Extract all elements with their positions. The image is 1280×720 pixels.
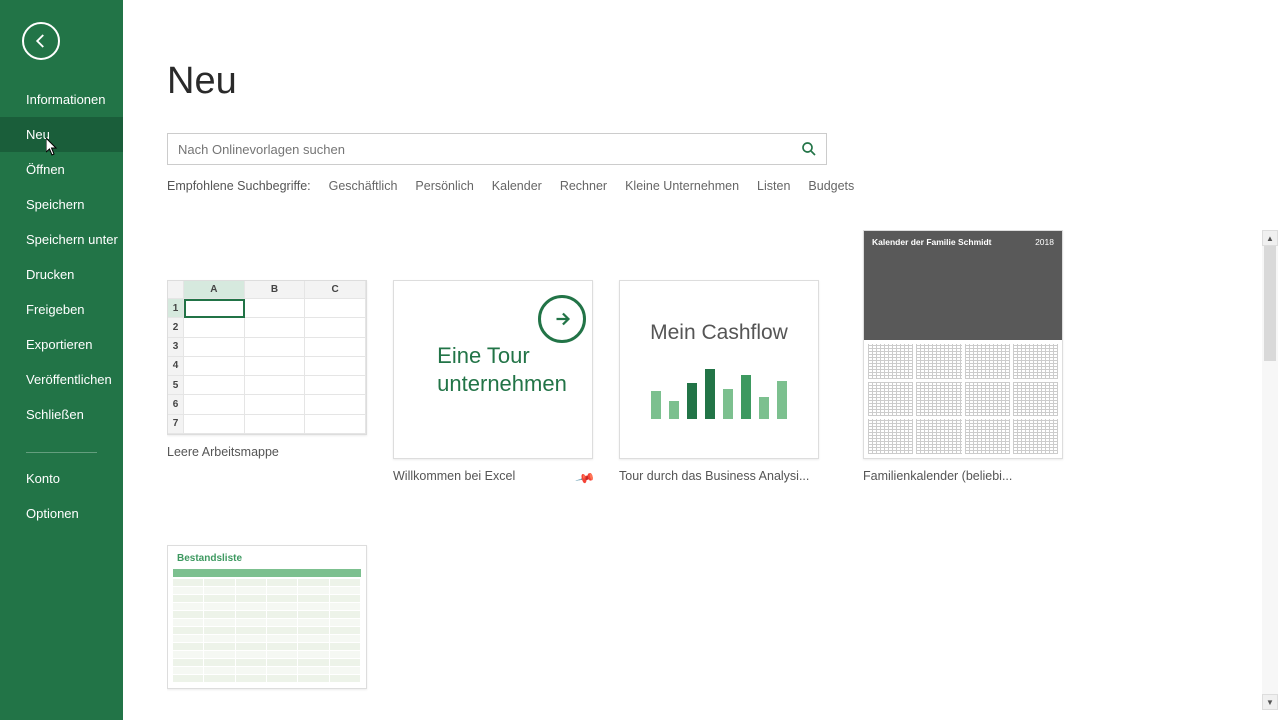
bar-chart-icon — [651, 359, 787, 419]
nav-freigeben[interactable]: Freigeben — [0, 292, 123, 327]
main-content: Neu Empfohlene Suchbegriffe: Geschäftlic… — [123, 0, 1280, 720]
arrow-circle-icon — [538, 295, 586, 343]
tour-text: Eine Tourunternehmen — [419, 342, 567, 397]
template-cashflow-tour[interactable]: Mein Cashflow Tour durch das Business An… — [619, 280, 819, 459]
nav-exportieren[interactable]: Exportieren — [0, 327, 123, 362]
backstage-nav: Informationen Neu Öffnen Speichern Speic… — [0, 82, 123, 531]
template-family-calendar[interactable]: Kalender der Familie Schmidt 2018 Famili… — [863, 230, 1063, 459]
nav-veroeffentlichen[interactable]: Veröffentlichen — [0, 362, 123, 397]
scroll-track[interactable] — [1262, 246, 1278, 694]
template-welcome-tour[interactable]: Eine Tourunternehmen Willkommen bei Exce… — [393, 280, 593, 459]
template-label: Willkommen bei Excel — [393, 469, 579, 483]
cash-title: Mein Cashflow — [650, 321, 788, 345]
nav-speichern-unter[interactable]: Speichern unter — [0, 222, 123, 257]
scroll-up-button[interactable]: ▲ — [1262, 230, 1278, 246]
suggested-searches: Empfohlene Suchbegriffe: Geschäftlich Pe… — [167, 179, 1280, 193]
nav-divider — [26, 452, 97, 453]
nav-konto[interactable]: Konto — [0, 461, 123, 496]
template-thumb-blank: A B C 1 2 3 4 5 6 7 — [167, 280, 367, 435]
template-label: Familienkalender (beliebi... — [863, 469, 1063, 483]
backstage-sidebar: Informationen Neu Öffnen Speichern Speic… — [0, 0, 123, 720]
nav-optionen[interactable]: Optionen — [0, 496, 123, 531]
suggested-link-1[interactable]: Persönlich — [415, 179, 473, 193]
nav-neu[interactable]: Neu — [0, 117, 123, 152]
template-search-box[interactable] — [167, 133, 827, 165]
nav-schliessen[interactable]: Schließen — [0, 397, 123, 432]
suggested-link-5[interactable]: Listen — [757, 179, 790, 193]
template-thumb-cash: Mein Cashflow — [619, 280, 819, 459]
vertical-scrollbar[interactable]: ▲ ▼ — [1262, 230, 1278, 710]
template-label: Leere Arbeitsmappe — [167, 445, 367, 459]
template-blank-workbook[interactable]: A B C 1 2 3 4 5 6 7 Leere Arbeitsmappe — [167, 280, 367, 459]
template-thumb-inventory: Bestandsliste — [167, 545, 367, 689]
template-inventory-list[interactable]: Bestandsliste — [167, 545, 367, 689]
suggested-link-4[interactable]: Kleine Unternehmen — [625, 179, 739, 193]
scroll-thumb[interactable] — [1264, 246, 1276, 361]
suggested-link-3[interactable]: Rechner — [560, 179, 607, 193]
nav-drucken[interactable]: Drucken — [0, 257, 123, 292]
scroll-down-button[interactable]: ▼ — [1262, 694, 1278, 710]
page-title: Neu — [167, 60, 1280, 103]
template-thumb-calendar: Kalender der Familie Schmidt 2018 — [863, 230, 1063, 459]
search-icon[interactable] — [800, 140, 818, 158]
search-input[interactable] — [178, 142, 800, 157]
suggested-link-2[interactable]: Kalender — [492, 179, 542, 193]
nav-informationen[interactable]: Informationen — [0, 82, 123, 117]
nav-oeffnen[interactable]: Öffnen — [0, 152, 123, 187]
template-gallery: A B C 1 2 3 4 5 6 7 Leere Arbeitsmappe — [167, 230, 1258, 710]
back-button[interactable] — [22, 22, 60, 60]
suggested-link-0[interactable]: Geschäftlich — [329, 179, 398, 193]
back-arrow-icon — [32, 32, 50, 50]
suggested-link-6[interactable]: Budgets — [808, 179, 854, 193]
nav-speichern[interactable]: Speichern — [0, 187, 123, 222]
suggested-label: Empfohlene Suchbegriffe: — [167, 179, 311, 193]
template-label: Tour durch das Business Analysi... — [619, 469, 819, 483]
template-thumb-tour: Eine Tourunternehmen — [393, 280, 593, 459]
